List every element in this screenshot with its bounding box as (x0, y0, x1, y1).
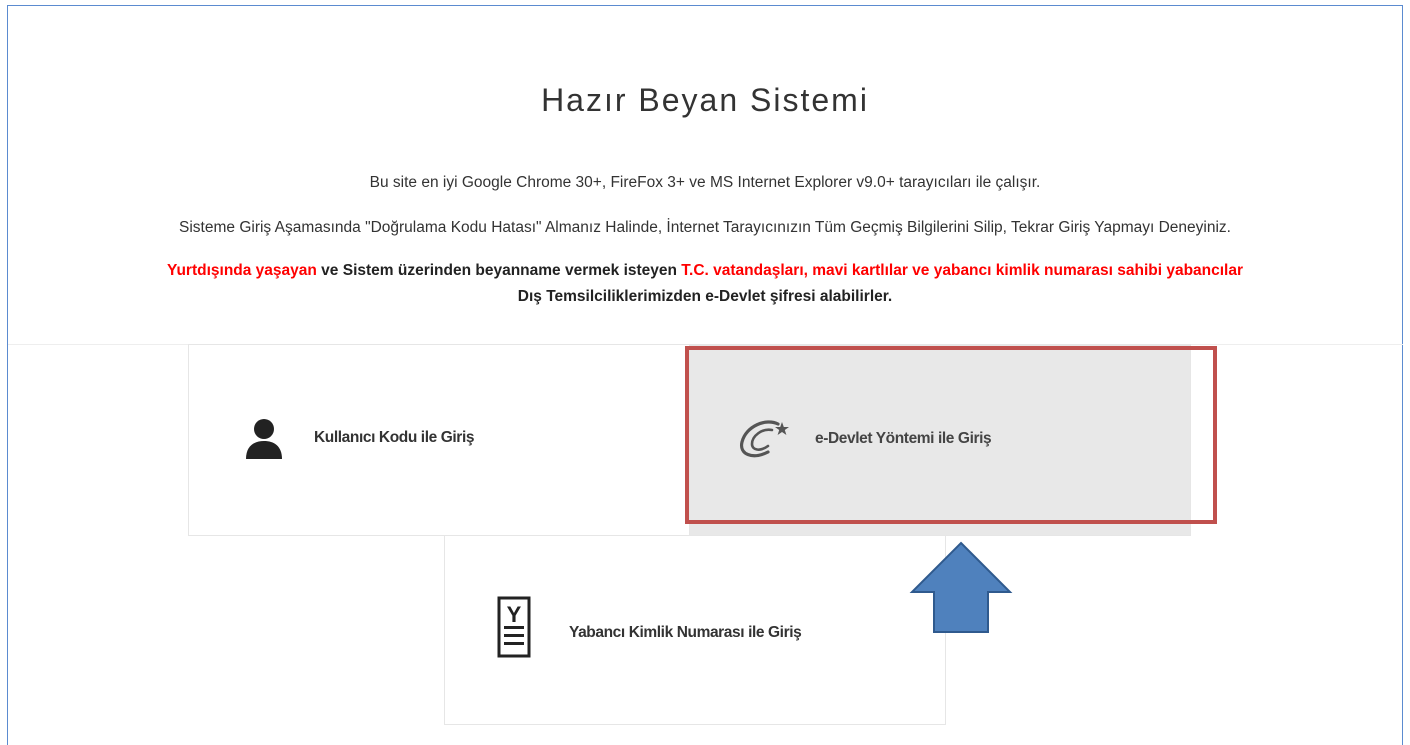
highlight-box (685, 346, 1217, 524)
id-document-icon: Y (497, 596, 531, 658)
warning-highlight-1: Yurtdışında yaşayan (166, 262, 317, 279)
warning-highlight-2: T.C. vatandaşları, mavi kartlılar ve yab… (681, 262, 1244, 279)
browser-support-note: Bu site en iyi Google Chrome 30+, FireFo… (369, 174, 1041, 191)
verification-code-note: Sisteme Giriş Aşamasında "Doğrulama Kodu… (179, 219, 1231, 236)
foreign-id-login-label: Yabancı Kimlik Numarası ile Giriş (569, 624, 802, 641)
up-arrow-icon (909, 541, 1013, 633)
svg-text:Y: Y (507, 602, 522, 627)
user-code-login-button[interactable]: Kullanıcı Kodu ile Giriş (188, 344, 690, 536)
foreign-id-login-button[interactable]: Y Yabancı Kimlik Numarası ile Giriş (444, 535, 946, 725)
user-code-login-label: Kullanıcı Kodu ile Giriş (314, 429, 475, 446)
page-title: Hazır Beyan Sistemi (541, 82, 869, 118)
abroad-warning: Yurtdışında yaşayan ve Sistem üzerinden … (0, 262, 1410, 280)
abroad-warning-line-2: Dış Temsilciliklerimizden e-Devlet şifre… (517, 288, 893, 305)
warning-text: ve Sistem üzerinden beyanname vermek ist… (316, 262, 682, 279)
user-icon (246, 419, 282, 459)
